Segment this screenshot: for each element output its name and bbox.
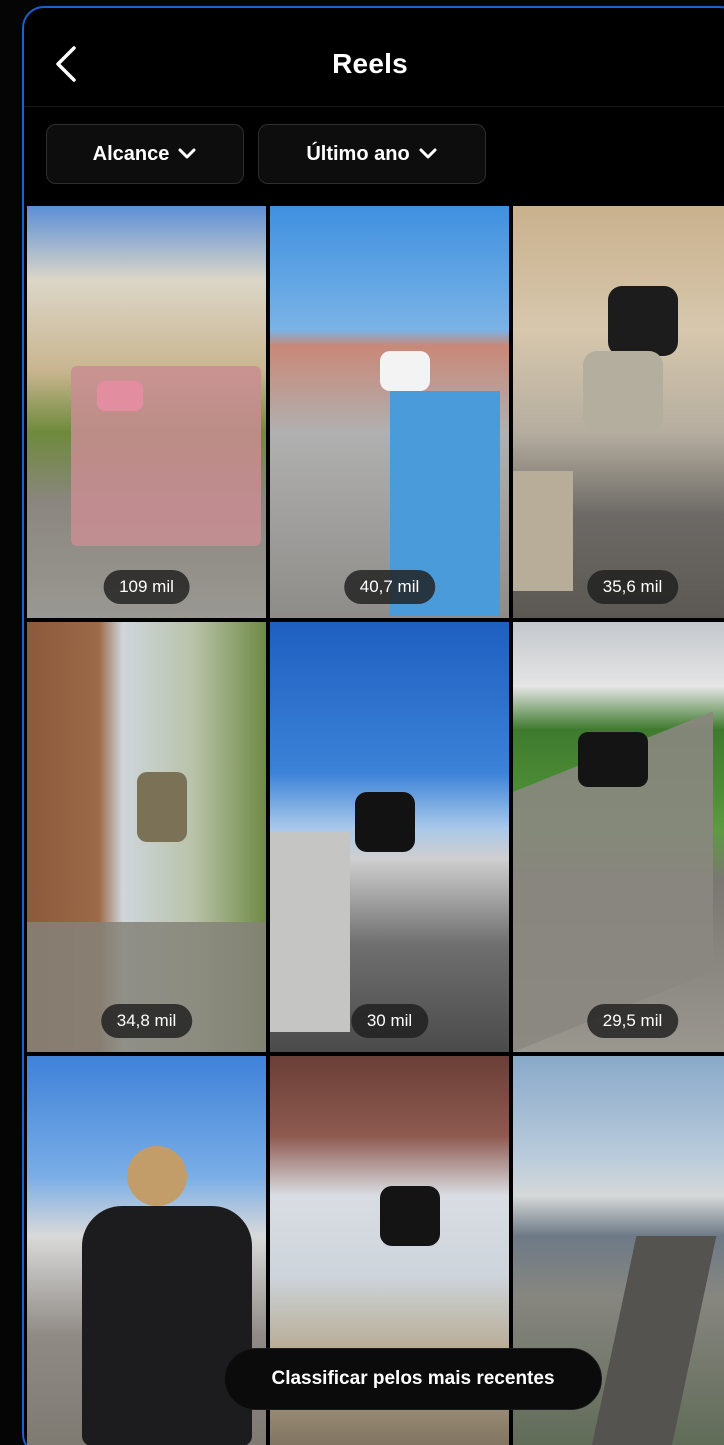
filter-bar: Alcance Último ano xyxy=(46,124,486,184)
view-count-badge: 35,6 mil xyxy=(586,570,679,604)
reel-thumbnail[interactable]: 40,7 mil xyxy=(270,206,509,618)
reel-thumbnail[interactable]: 30 mil xyxy=(270,622,509,1052)
reel-thumbnail[interactable]: 29,5 mil xyxy=(513,622,724,1052)
sort-by-recent-label: Classificar pelos mais recentes xyxy=(271,1368,555,1389)
reel-thumbnail[interactable]: 109 mil xyxy=(27,206,266,618)
reel-thumbnail[interactable]: 35,6 mil xyxy=(513,206,724,618)
page-title: Reels xyxy=(332,48,408,79)
chevron-down-icon xyxy=(178,148,196,159)
view-count-badge: 40,7 mil xyxy=(343,570,436,604)
view-count-badge: 109 mil xyxy=(103,570,190,604)
filter-period-dropdown[interactable]: Último ano xyxy=(258,124,486,184)
filter-period-label: Último ano xyxy=(306,142,410,165)
header-divider xyxy=(24,106,724,107)
view-count-badge: 29,5 mil xyxy=(586,1004,679,1038)
chevron-down-icon xyxy=(419,148,437,159)
filter-metric-label: Alcance xyxy=(92,142,170,165)
view-count-badge: 34,8 mil xyxy=(100,1004,193,1038)
top-bar: Reels xyxy=(24,8,724,108)
app-frame: Reels Alcance Último ano 109 mil 40,7 mi… xyxy=(22,6,724,1445)
sort-by-recent-button[interactable]: Classificar pelos mais recentes xyxy=(224,1348,602,1410)
view-count-badge: 30 mil xyxy=(350,1004,429,1038)
reel-thumbnail[interactable]: 34,8 mil xyxy=(27,622,266,1052)
filter-metric-dropdown[interactable]: Alcance xyxy=(46,124,244,184)
